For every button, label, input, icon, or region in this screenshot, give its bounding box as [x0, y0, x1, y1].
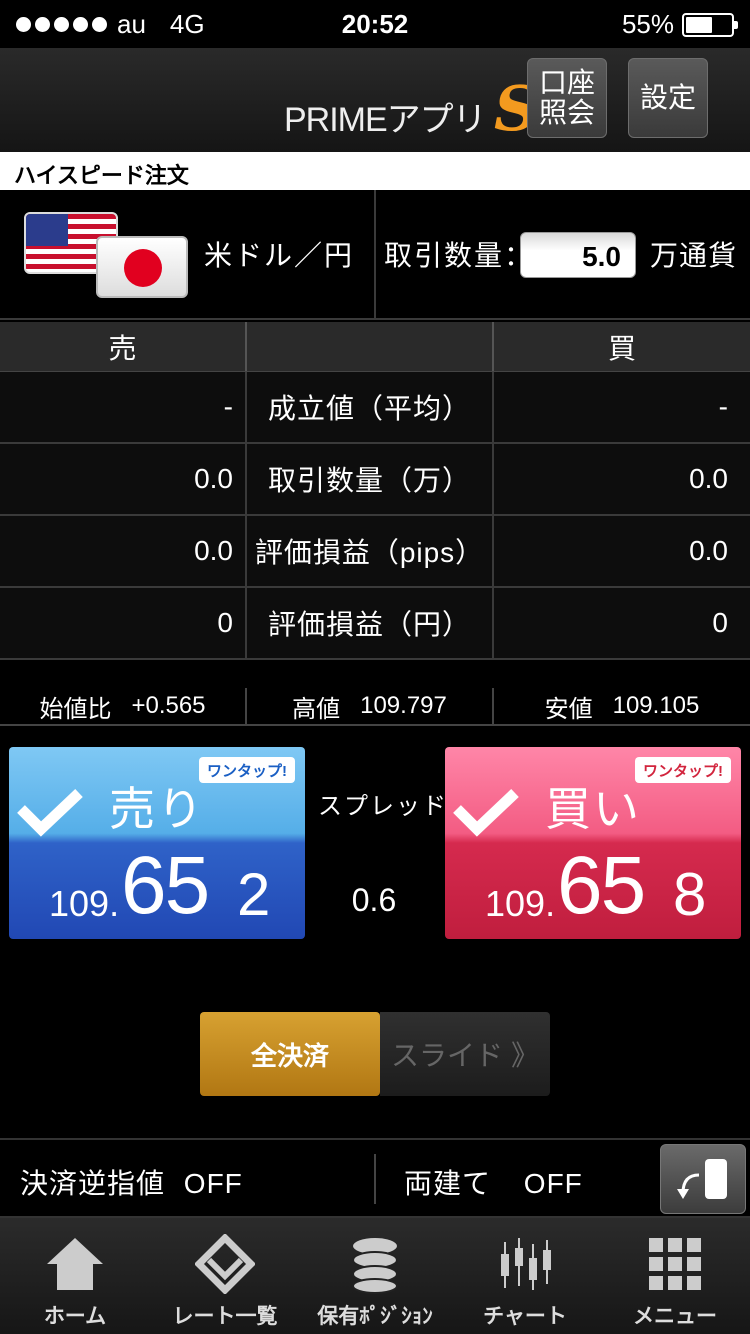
jp-flag-icon: [96, 236, 188, 298]
slide-track[interactable]: スライド 》: [380, 1012, 550, 1096]
sell-value: 0: [0, 588, 247, 658]
home-icon: [47, 1238, 103, 1290]
high-value: 109.797: [360, 692, 447, 719]
high-price: 高値 109.797: [247, 688, 494, 724]
low-value: 109.105: [612, 692, 700, 719]
check-icon: [17, 789, 83, 837]
row-label: 成立値（平均）: [247, 372, 494, 442]
close-all-knob[interactable]: 全決済: [200, 1012, 380, 1096]
quantity-label: 取引数量：: [384, 240, 535, 271]
rotate-screen-button[interactable]: [660, 1144, 746, 1214]
tab-positions[interactable]: 保有ﾎﾟｼﾞｼｮﾝ: [300, 1218, 450, 1334]
currency-pair-name[interactable]: 米ドル／円: [204, 234, 354, 274]
hedge-value: OFF: [523, 1168, 583, 1199]
sell-price-prefix: 109.: [49, 883, 120, 924]
open-diff-label: 始値比: [39, 695, 112, 723]
position-icon: [352, 1238, 398, 1294]
buy-header: 買: [607, 332, 636, 364]
battery-icon: [682, 12, 738, 37]
sell-value: 0.0: [0, 444, 247, 514]
buy-value: -: [718, 391, 728, 422]
rate-list-icon: [195, 1234, 255, 1294]
double-chevron-icon: 》: [511, 1040, 540, 1071]
open-diff: 始値比 +0.565: [0, 688, 247, 724]
price-stats: 始値比 +0.565 高値 109.797 安値 109.105: [0, 688, 750, 726]
position-table: 売 買 - 成立値（平均） - 0.0 取引数量（万） 0.0 0.0 評価損益…: [0, 322, 750, 660]
tab-label: レート一覧: [172, 1305, 278, 1328]
table-row: 0 評価損益（円） 0: [0, 588, 750, 660]
tab-rate-list[interactable]: レート一覧: [150, 1218, 300, 1334]
divider: [374, 1154, 376, 1204]
tab-label: チャート: [483, 1305, 567, 1328]
open-diff-value: +0.565: [131, 692, 206, 719]
status-bar: au 4G 20:52 55%: [0, 0, 750, 48]
settings-button[interactable]: 設定: [628, 58, 708, 138]
slide-label: スライド: [390, 1040, 503, 1071]
tab-label: メニュー: [633, 1305, 717, 1328]
buy-value: 0.0: [689, 463, 728, 494]
sell-button[interactable]: ワンタップ! 売り 109. 65 2: [9, 747, 305, 939]
sell-price-main: 65: [121, 840, 210, 931]
buy-price-last: 8: [673, 861, 707, 928]
sell-header: 売: [0, 322, 247, 371]
one-tap-badge: ワンタップ!: [635, 757, 731, 783]
app-header: PRIMEアプリ S 口座 照会 設定: [0, 48, 750, 152]
page-title: ハイスピード注文: [0, 152, 750, 190]
sell-value: -: [0, 372, 247, 442]
buy-button[interactable]: ワンタップ! 買い 109. 65 8: [445, 747, 741, 939]
one-tap-badge: ワンタップ!: [199, 757, 295, 783]
tab-bar: ホーム レート一覧 保有ﾎﾟｼﾞｼｮﾝ チャート メニュー: [0, 1218, 750, 1334]
table-header: 売 買: [0, 322, 750, 372]
sell-label: 売り: [109, 783, 205, 835]
stop-loss-label: 決済逆指値: [20, 1168, 166, 1199]
stop-loss-value: OFF: [183, 1168, 243, 1199]
quantity-input[interactable]: 5.0: [520, 232, 636, 278]
check-icon: [453, 789, 519, 837]
sell-value: 0.0: [0, 516, 247, 586]
divider: [374, 190, 376, 320]
sell-price-last: 2: [237, 861, 271, 928]
stop-loss-toggle[interactable]: 決済逆指値 OFF: [20, 1162, 243, 1202]
hedge-toggle[interactable]: 両建て OFF: [404, 1162, 583, 1202]
spread-label: スプレッド: [318, 793, 448, 820]
table-row: 0.0 取引数量（万） 0.0: [0, 444, 750, 516]
high-label: 高値: [292, 695, 341, 723]
buy-value: 0: [712, 607, 728, 638]
menu-grid-icon: [649, 1238, 701, 1290]
battery-percent: 55%: [621, 9, 674, 39]
tab-chart[interactable]: チャート: [450, 1218, 600, 1334]
row-label: 取引数量（万）: [247, 444, 494, 514]
label-header: [247, 322, 494, 371]
app-logo: PRIMEアプリ: [284, 101, 487, 139]
table-row: 0.0 評価損益（pips） 0.0: [0, 516, 750, 588]
table-row: - 成立値（平均） -: [0, 372, 750, 444]
buy-price-main: 65: [557, 840, 646, 931]
tab-label: ホーム: [43, 1305, 107, 1328]
close-all-slider[interactable]: 全決済 スライド 》: [200, 1012, 550, 1096]
quantity-unit: 万通貨: [650, 240, 738, 271]
spread-value: 0.6: [351, 882, 397, 918]
rotate-icon: [677, 1159, 727, 1199]
row-label: 評価損益（pips）: [247, 516, 494, 586]
buy-label: 買い: [545, 783, 641, 835]
buy-value: 0.0: [689, 535, 728, 566]
hedge-label: 両建て: [404, 1168, 492, 1199]
low-label: 安値: [544, 695, 593, 723]
chart-icon: [501, 1238, 551, 1290]
row-label: 評価損益（円）: [247, 588, 494, 658]
account-inquiry-button[interactable]: 口座 照会: [527, 58, 607, 138]
low-price: 安値 109.105: [494, 688, 750, 724]
account-inquiry-label: 口座 照会: [538, 67, 595, 128]
tab-menu[interactable]: メニュー: [600, 1218, 750, 1334]
options-row: 決済逆指値 OFF 両建て OFF: [0, 1138, 750, 1218]
tab-label: 保有ﾎﾟｼﾞｼｮﾝ: [317, 1305, 433, 1328]
tab-home[interactable]: ホーム: [0, 1218, 150, 1334]
currency-pair-row: 米ドル／円 取引数量： 5.0 万通貨: [0, 190, 750, 320]
buy-price-prefix: 109.: [485, 883, 556, 924]
